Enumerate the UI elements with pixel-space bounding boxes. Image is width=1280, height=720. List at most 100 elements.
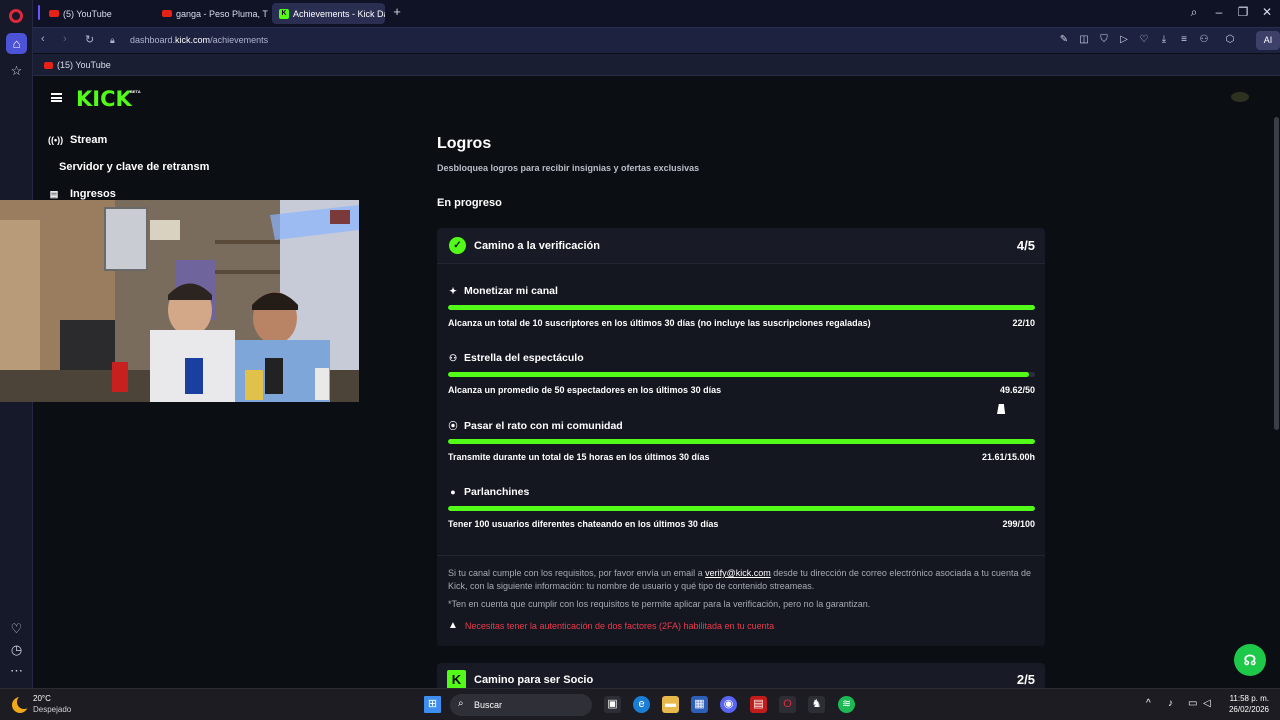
webcam-image <box>0 200 359 402</box>
warning-text: Necesitas tener la autenticación de dos … <box>464 620 775 631</box>
achievement-value: 299/100 <box>1002 519 1035 529</box>
chat-icon: ● <box>450 487 456 497</box>
sidebar-item-label: Stream <box>70 134 108 146</box>
reload-icon[interactable]: ↻ <box>85 33 94 46</box>
weather-temp[interactable]: 20°C <box>33 694 51 703</box>
restore-icon[interactable]: ❐ <box>1235 5 1251 19</box>
hamburger-menu-icon[interactable] <box>51 93 62 102</box>
sidebar-item-server-key[interactable]: Servidor y clave de retransm <box>59 161 209 173</box>
tab-ganga[interactable]: ganga - Peso Pluma, Tito <box>155 3 268 24</box>
tab-label: Achievements - Kick Dash <box>293 8 385 19</box>
play-icon[interactable]: ▷ <box>1118 34 1130 45</box>
achievement-title: ● Parlanchines <box>448 486 529 498</box>
divider <box>437 555 1045 556</box>
achievement-title: ✦ Monetizar mi canal <box>448 285 558 297</box>
network-icon[interactable]: ▭ <box>1188 698 1197 709</box>
progress-bar <box>448 439 1035 444</box>
achievement-name: Pasar el rato con mi comunidad <box>464 419 623 432</box>
more-icon[interactable]: ⋯ <box>6 660 27 681</box>
history-icon[interactable]: ◷ <box>6 639 27 660</box>
ai-button[interactable]: AI <box>1256 31 1280 50</box>
edit-icon[interactable]: ✎ <box>1058 34 1070 45</box>
close-icon[interactable]: ✕ <box>1259 5 1275 19</box>
verification-note: *Ten en cuenta que cumplir con los requi… <box>448 599 871 609</box>
progress-fill <box>448 305 1035 310</box>
favorite-icon[interactable]: ♡ <box>1138 34 1150 45</box>
achievement-monetize: ✦ Monetizar mi canal Alcanza un total de … <box>448 285 1035 343</box>
sidebar-item-stream[interactable]: ((•)) Stream <box>48 134 107 146</box>
sidebar-item-label: Servidor y clave de retransm <box>59 161 210 173</box>
opera-icon[interactable]: O <box>779 696 796 713</box>
task-view-icon[interactable]: ▣ <box>604 696 621 713</box>
taskbar-search[interactable]: ⌕ Buscar <box>450 694 592 716</box>
microphone-icon[interactable]: ♪ <box>1168 698 1173 709</box>
verify-email-link[interactable]: verify@kick.com <box>705 568 771 578</box>
search-tabs-icon[interactable]: ⌕ <box>1186 5 1202 20</box>
support-chat-button[interactable]: ☊ <box>1234 644 1266 676</box>
spotify-icon[interactable]: ≋ <box>838 696 855 713</box>
clock-time[interactable]: 11:58 p. m. <box>1230 694 1269 703</box>
file-explorer-icon[interactable]: ▬ <box>662 696 679 713</box>
achievement-name: Monetizar mi canal <box>464 285 558 297</box>
clock-date[interactable]: 26/02/2026 <box>1229 705 1269 714</box>
achievement-star: ⚇ Estrella del espectáculo Alcanza un pro… <box>448 352 1035 410</box>
achievement-card-partner[interactable]: K Camino para ser Socio 2/5 <box>437 663 1045 688</box>
avatar[interactable] <box>1231 92 1249 102</box>
search-icon: ⌕ <box>458 698 464 709</box>
heart-icon[interactable]: ♡ <box>6 618 27 639</box>
sidebar-item-income[interactable]: ▤ Ingresos <box>48 188 116 200</box>
achievement-value: 49.62/50 <box>999 385 1035 395</box>
camera-icon[interactable]: ◫ <box>1078 34 1090 45</box>
section-title: En progreso <box>437 197 502 209</box>
shield-icon[interactable]: ⛉ <box>1098 34 1110 45</box>
achievement-desc: Alcanza un total de 10 suscriptores en l… <box>448 318 871 328</box>
tab-youtube[interactable]: (5) YouTube <box>42 3 155 24</box>
edge-icon[interactable]: e <box>633 696 650 713</box>
forward-icon[interactable]: › <box>63 33 67 45</box>
scrollbar[interactable] <box>1274 117 1279 430</box>
profile-icon[interactable]: ⚇ <box>1198 34 1210 45</box>
windows-start-icon[interactable]: ⊞ <box>424 696 441 713</box>
search-placeholder: Buscar <box>474 700 503 710</box>
achievement-chatters: ● Parlanchines Tener 100 usuarios diferen… <box>448 486 1035 544</box>
users-icon: ⚇ <box>448 352 458 363</box>
volume-icon[interactable]: ◁ <box>1203 698 1211 709</box>
sparkle-icon: ✦ <box>449 285 457 296</box>
tray-expand-icon[interactable]: ^ <box>1146 698 1151 709</box>
kick-logo[interactable]: KICK <box>76 87 132 111</box>
card-count: 2/5 <box>1016 672 1035 687</box>
youtube-icon <box>44 61 53 69</box>
app-icon[interactable]: ♞ <box>808 696 825 713</box>
download-icon[interactable]: ⤓ <box>1158 34 1170 45</box>
store-icon[interactable]: ▦ <box>691 696 708 713</box>
opera-logo-icon[interactable] <box>9 9 23 23</box>
home-icon[interactable]: ⌂ <box>6 33 27 54</box>
back-icon[interactable]: ‹ <box>41 33 45 45</box>
star-icon[interactable]: ☆ <box>6 60 27 81</box>
achievement-desc: Tener 100 usuarios diferentes chateando … <box>448 519 719 529</box>
kick-icon: K <box>279 8 289 19</box>
card-title: Camino para ser Socio <box>474 674 594 686</box>
extensions-icon[interactable]: ⬡ <box>1224 34 1236 45</box>
app-icon[interactable]: ▤ <box>750 696 767 713</box>
bookmark-youtube[interactable]: (15) YouTube <box>44 60 111 70</box>
card-header[interactable]: ✓ Camino a la verificación 4/5 <box>437 228 1045 264</box>
sidebar-item-label: Ingresos <box>70 188 116 200</box>
progress-fill <box>448 506 1035 511</box>
discord-icon[interactable]: ◉ <box>720 696 737 713</box>
new-tab-icon[interactable]: + <box>390 5 404 19</box>
url-field[interactable]: dashboard.kick.com/achievements <box>130 35 268 45</box>
beta-badge: BETA <box>130 89 141 94</box>
lock-icon[interactable]: 🔒︎ <box>110 35 115 46</box>
bookmark-bar: (15) YouTube <box>33 54 1280 76</box>
achievement-desc: Transmite durante un total de 15 horas e… <box>448 452 710 462</box>
weather-condition[interactable]: Despejado <box>33 705 71 714</box>
youtube-icon <box>49 10 59 17</box>
taskbar: 20°C Despejado ⊞ ⌕ Buscar ▣ e ▬ ▦ ◉ ▤ O … <box>0 688 1280 720</box>
youtube-icon <box>162 10 172 17</box>
minimize-icon[interactable]: – <box>1211 5 1227 19</box>
tab-achievements[interactable]: K Achievements - Kick Dash <box>272 3 385 24</box>
menu-icon[interactable]: ≡ <box>1178 34 1190 45</box>
chart-icon: ▤ <box>49 188 59 199</box>
moon-icon[interactable] <box>12 695 31 713</box>
